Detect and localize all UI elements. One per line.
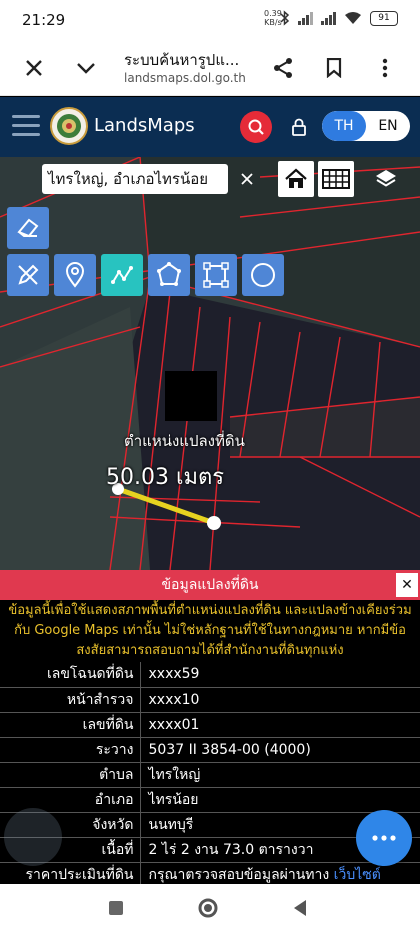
browser-toolbar: ระบบค้นหารูปแ... landsmaps.dol.go.th [0,40,420,96]
login-button[interactable] [290,117,308,137]
circle-icon [251,263,275,287]
app-header: LandsMaps TH EN [0,97,420,157]
measure-distance-label: 50.03 เมตร [106,465,225,490]
signal-icon-1 [298,11,313,25]
table-row: เลขที่ดิน xxxx01 [0,712,420,738]
pencil-icon [18,264,39,285]
status-icons: 91 [280,10,398,26]
status-bar: 21:29 0.39 KB/s 91 [0,0,420,40]
android-nav-bar [0,884,420,932]
place-search-input[interactable]: ไทรใหญ่, อำเภอไทรน้อย [42,164,228,194]
search-icon [248,119,264,135]
table-row: ระวาง 5037 II 3854-00 (4000) [0,737,420,763]
page-title: ระบบค้นหารูปแ... [124,51,240,69]
bookmark-icon [326,58,342,78]
map-pin-icon [65,262,85,288]
close-tab-button[interactable] [18,52,50,84]
table-row: ตำบล ไทรใหญ่ [0,762,420,788]
lang-th-button[interactable]: TH [322,111,366,141]
search-button[interactable] [240,111,272,143]
point-tool-button[interactable] [54,254,96,296]
grid-icon [322,169,350,189]
circle-tool-button[interactable] [242,254,284,296]
polygon-icon [157,262,181,286]
battery-icon: 91 [370,10,398,26]
price-website-link[interactable]: เว็บไซต์ [334,867,381,883]
table-row: หน้าสำรวจ xxxx10 [0,687,420,713]
clear-draw-button[interactable] [7,254,49,296]
home-nav-button[interactable] [196,896,220,920]
eraser-icon [17,218,39,238]
menu-button[interactable] [12,115,40,137]
square-icon [109,901,123,915]
close-icon [241,173,253,185]
app-name: LandsMaps [94,115,195,136]
share-button[interactable] [267,52,299,84]
bookmark-button[interactable] [318,52,350,84]
back-triangle-icon [294,900,306,916]
table-row: อำเภอ ไทรน้อย [0,787,420,813]
home-icon [285,168,307,188]
collapse-button[interactable] [70,52,102,84]
info-panel-title: ข้อมูลแปลงที่ดิน [161,577,259,593]
back-button[interactable] [288,896,312,920]
place-clear-button[interactable] [236,163,258,193]
table-row: เลขโฉนดที่ดิน xxxx59 [0,662,420,688]
satellite-imagery [0,157,420,570]
status-time: 21:29 [22,11,66,29]
rectangle-tool-button[interactable] [195,254,237,296]
eraser-button[interactable] [7,207,49,249]
recents-button[interactable] [104,896,128,920]
info-fab-faint[interactable] [4,808,62,866]
more-horizontal-icon [372,835,396,841]
home-button[interactable] [278,161,314,197]
layers-icon [376,170,396,187]
grid-button[interactable] [318,161,354,197]
disclaimer-notice: ข้อมูลนี้เพื่อใช้แสดงสภาพพื้นที่ตำแหน่งแ… [0,600,420,662]
page-url[interactable]: landsmaps.dol.go.th [124,71,260,85]
circle-home-icon [198,898,218,918]
polygon-tool-button[interactable] [148,254,190,296]
chevron-down-icon [77,63,95,74]
signal-icon-2 [321,11,336,25]
close-icon [26,60,42,76]
lock-icon [292,118,306,136]
info-panel-header: ข้อมูลแปลงที่ดิน ✕ [0,570,420,600]
share-icon [274,58,292,78]
parcel-info-table: เลขโฉนดที่ดิน xxxx59 หน้าสำรวจ xxxx10 เลขท… [0,662,420,888]
seal-icon [57,114,81,138]
polyline-icon [111,266,133,284]
dol-logo [50,107,88,145]
line-measure-button[interactable] [101,254,143,296]
rectangle-icon [203,262,229,288]
more-menu-button[interactable] [369,52,401,84]
wifi-icon [345,12,361,24]
more-vertical-icon [382,58,388,78]
layers-button[interactable] [368,161,404,197]
menu-icon [12,115,40,118]
map-view[interactable]: ไทรใหญ่, อำเภอไทรน้อย ตำแหน่งแปลงที่ดิน … [0,157,420,570]
parcel-location-label: ตำแหน่งแปลงที่ดิน [124,432,245,450]
price-text: กรุณาตรวจสอบข้อมูลผ่านทาง [148,866,330,883]
more-actions-fab[interactable] [356,810,412,866]
language-toggle: TH EN [322,111,410,141]
bluetooth-icon [280,10,290,26]
parcel-marker[interactable] [165,371,217,421]
info-close-button[interactable]: ✕ [396,573,418,597]
lang-en-button[interactable]: EN [366,111,410,141]
